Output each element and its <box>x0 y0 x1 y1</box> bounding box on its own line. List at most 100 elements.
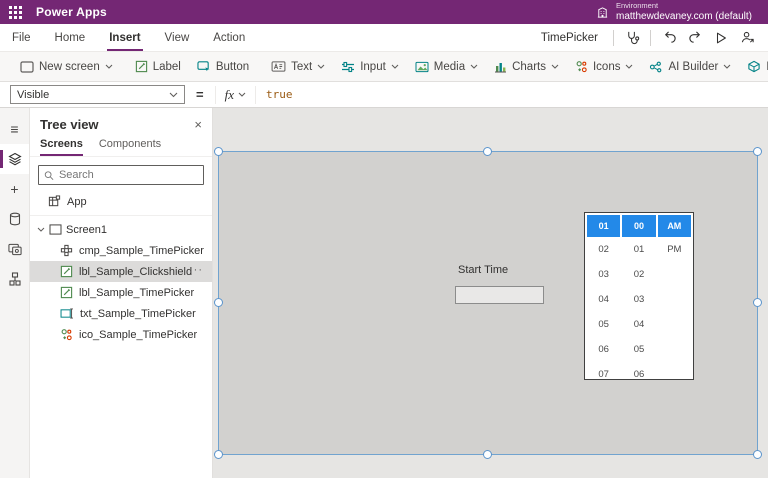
label-button[interactable]: Label <box>127 52 189 81</box>
app-title: Power Apps <box>36 5 107 19</box>
undo-icon[interactable] <box>656 26 682 50</box>
tree-item-label[interactable]: lbl_Sample_TimePicker <box>30 282 212 303</box>
ai-builder-menu-button[interactable]: AI Builder <box>641 52 739 81</box>
chevron-down-icon <box>551 64 559 69</box>
tree-search[interactable] <box>38 165 204 185</box>
equals-sign: = <box>196 87 204 102</box>
text-icon <box>271 61 286 72</box>
minute-option[interactable]: 04 <box>622 312 655 337</box>
minute-option[interactable]: 03 <box>622 287 655 312</box>
selection-handle-se[interactable] <box>753 450 762 459</box>
menu-home[interactable]: Home <box>43 24 98 51</box>
menu-action[interactable]: Action <box>201 24 257 51</box>
share-user-icon[interactable] <box>734 26 760 50</box>
fx-label: fx <box>224 86 234 102</box>
tree-item-icon-control[interactable]: ico_Sample_TimePicker <box>30 324 212 345</box>
tab-components[interactable]: Components <box>99 138 161 156</box>
tree-item-clickshield[interactable]: lbl_Sample_Clickshield ··· <box>30 261 212 282</box>
minute-option[interactable]: 01 <box>622 237 655 262</box>
minute-option[interactable]: 02 <box>622 262 655 287</box>
selection-handle-w[interactable] <box>214 298 223 307</box>
chevron-down-icon <box>391 64 399 69</box>
tree-item-component[interactable]: cmp_Sample_TimePicker <box>30 240 212 261</box>
selection-handle-ne[interactable] <box>753 147 762 156</box>
icons-menu-button[interactable]: Icons <box>567 52 642 81</box>
left-rail: ≡ + <box>0 108 30 478</box>
component-icon <box>60 244 73 257</box>
mixed-reality-icon <box>748 60 761 73</box>
time-text-input[interactable] <box>455 286 544 304</box>
menubar: File Home Insert View Action TimePicker <box>0 24 768 52</box>
hour-option-selected[interactable]: 01 <box>587 215 621 237</box>
menu-insert[interactable]: Insert <box>97 24 152 51</box>
tab-screens[interactable]: Screens <box>40 138 83 156</box>
minute-option[interactable]: 06 <box>622 362 655 379</box>
divider <box>650 29 651 46</box>
chevron-down-icon <box>626 64 633 69</box>
selected-clickshield-control[interactable]: Start Time 01 02 03 04 05 06 07 00 01 02… <box>214 147 762 459</box>
chevron-expanded-icon[interactable] <box>37 227 45 232</box>
input-menu-button[interactable]: Input <box>333 52 407 81</box>
label-icon <box>60 265 73 278</box>
tree-item-app[interactable]: App <box>30 191 212 212</box>
redo-icon[interactable] <box>682 26 708 50</box>
selection-handle-s[interactable] <box>483 450 492 459</box>
minute-option[interactable]: 05 <box>622 337 655 362</box>
charts-menu-button[interactable]: Charts <box>486 52 567 81</box>
tree-view-tabs: Screens Components <box>30 135 212 157</box>
tree-view-rail-icon[interactable] <box>0 144 29 174</box>
close-icon[interactable]: × <box>194 118 202 131</box>
app-icon <box>48 195 61 207</box>
hour-option[interactable]: 04 <box>587 287 620 312</box>
data-rail-icon[interactable] <box>0 204 29 234</box>
icons-icon <box>576 61 587 73</box>
hour-option[interactable]: 05 <box>587 312 620 337</box>
meridiem-option[interactable]: PM <box>658 237 691 262</box>
selection-handle-e[interactable] <box>753 298 762 307</box>
selection-handle-sw[interactable] <box>214 450 223 459</box>
hamburger-menu-icon[interactable]: ≡ <box>0 114 29 144</box>
media-rail-icon[interactable] <box>0 234 29 264</box>
chevron-down-icon <box>105 64 113 69</box>
menu-view[interactable]: View <box>153 24 202 51</box>
environment-label: Environment <box>616 0 659 10</box>
meridiem-option-selected[interactable]: AM <box>657 215 691 237</box>
button-button[interactable]: Button <box>189 52 257 81</box>
tree-item-screen1[interactable]: Screen1 <box>30 219 212 240</box>
search-icon <box>44 170 54 180</box>
hours-column: 01 02 03 04 05 06 07 <box>587 215 621 379</box>
environment-switcher[interactable]: Environment matthewdevaney.com (default) <box>596 0 752 22</box>
formula-input[interactable]: true <box>266 88 293 101</box>
media-menu-button[interactable]: Media <box>407 52 486 81</box>
more-options-icon[interactable]: ··· <box>189 264 203 276</box>
meridiem-column: AM PM <box>657 215 691 377</box>
insert-rail-icon[interactable]: + <box>0 174 29 204</box>
waffle-menu-icon[interactable] <box>9 5 22 19</box>
tree-item-text-input[interactable]: txt_Sample_TimePicker <box>30 303 212 324</box>
selection-handle-n[interactable] <box>483 147 492 156</box>
titlebar: Power Apps Environment matthewdevaney.co… <box>0 0 768 24</box>
hour-option[interactable]: 07 <box>587 362 620 379</box>
new-screen-button[interactable]: New screen <box>12 52 121 81</box>
hour-option[interactable]: 06 <box>587 337 620 362</box>
tree-view-panel: Tree view × Screens Components App <box>30 108 213 478</box>
hour-option[interactable]: 02 <box>587 237 620 262</box>
minute-option-selected[interactable]: 00 <box>622 215 656 237</box>
text-menu-button[interactable]: Text <box>263 52 333 81</box>
advanced-tools-rail-icon[interactable] <box>0 264 29 294</box>
tree-view-title: Tree view <box>40 117 99 132</box>
property-dropdown[interactable]: Visible <box>10 85 185 104</box>
current-app-name: TimePicker <box>540 31 598 44</box>
fx-dropdown[interactable]: fx <box>214 85 256 104</box>
charts-icon <box>495 62 507 73</box>
new-screen-icon <box>20 60 34 73</box>
start-time-label[interactable]: Start Time <box>458 264 508 276</box>
selection-handle-nw[interactable] <box>214 147 223 156</box>
hour-option[interactable]: 03 <box>587 262 620 287</box>
menu-file[interactable]: File <box>0 24 43 51</box>
preview-play-icon[interactable] <box>708 26 734 50</box>
app-checker-icon[interactable] <box>619 26 645 50</box>
mixed-reality-menu-button[interactable]: Mixed Reality <box>739 52 768 81</box>
button-icon <box>197 61 210 72</box>
search-input[interactable] <box>58 169 198 181</box>
